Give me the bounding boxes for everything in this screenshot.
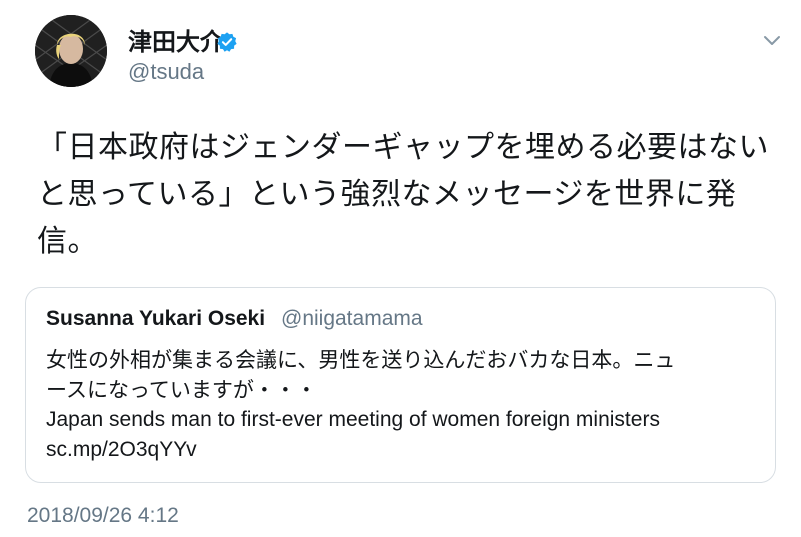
tweet: 津田大介 @tsuda 「日本政府はジェンダーギャップを埋める必要はない と思っ… (0, 0, 801, 537)
avatar[interactable] (35, 15, 107, 87)
quoted-text-line: ースになっていますが・・・ (46, 378, 317, 402)
quoted-tweet-card[interactable]: Susanna Yukari Oseki @niigatamama 女性の外相が… (25, 287, 776, 483)
quoted-link[interactable]: sc.mp/2O3qYYv (46, 435, 761, 465)
quoted-tweet-text: 女性の外相が集まる会議に、男性を送り込んだおバカな日本。ニュ ースになっています… (46, 345, 761, 465)
user-handle[interactable]: @tsuda (128, 58, 204, 86)
quoted-text-line: Japan sends man to first-ever meeting of… (46, 408, 660, 431)
tweet-text-line: 「日本政府はジェンダーギャップを埋める必要はない (37, 130, 769, 165)
timestamp[interactable]: 2018/09/26 4:12 (27, 503, 179, 529)
quoted-user-handle: @niigatamama (281, 307, 423, 330)
tweet-text-line: と思っている」という強烈なメッセージを世界に発 (37, 177, 737, 212)
chevron-down-icon[interactable] (762, 34, 782, 48)
verified-badge-icon (217, 32, 237, 52)
tweet-text: 「日本政府はジェンダーギャップを埋める必要はない と思っている」という強烈なメッ… (37, 124, 777, 265)
display-name[interactable]: 津田大介 (128, 27, 224, 57)
quoted-text-line: 女性の外相が集まる会議に、男性を送り込んだおバカな日本。ニュ (46, 348, 676, 372)
avatar-photo-icon (35, 15, 107, 87)
tweet-text-line: 信。 (37, 224, 98, 259)
quoted-display-name: Susanna Yukari Oseki (46, 307, 266, 330)
